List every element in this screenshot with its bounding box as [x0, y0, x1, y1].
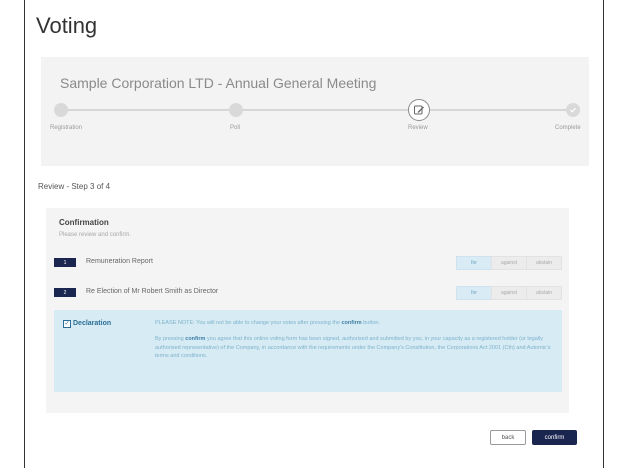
- declaration-text-suffix: you agree that this online voting form h…: [155, 336, 551, 359]
- step-connector: [68, 109, 229, 111]
- vote-options: for against abstain: [456, 286, 562, 300]
- step-3-indicator: [408, 99, 430, 121]
- step-2-label: Poll: [230, 125, 241, 131]
- back-button[interactable]: back: [490, 430, 526, 445]
- resolution-number-badge: 2: [54, 288, 76, 297]
- declaration-text: By pressing confirm you agree that this …: [155, 335, 555, 361]
- step-3-label: Review: [408, 125, 428, 131]
- step-2-indicator: [229, 103, 243, 117]
- step-4-indicator: [566, 103, 580, 117]
- vote-against-button[interactable]: against: [491, 286, 527, 300]
- vote-abstain-button[interactable]: abstain: [526, 286, 562, 300]
- step-connector: [430, 109, 566, 111]
- confirmation-title: Confirmation: [59, 218, 109, 227]
- step-connector: [243, 109, 408, 111]
- step-4-label: Complete: [555, 125, 581, 131]
- meeting-header-panel: Sample Corporation LTD - Annual General …: [41, 57, 589, 166]
- review-step-title: Review - Step 3 of 4: [38, 182, 111, 191]
- vote-for-button[interactable]: for: [456, 256, 492, 270]
- meeting-title: Sample Corporation LTD - Annual General …: [60, 75, 377, 91]
- resolution-label: Remuneration Report: [86, 258, 153, 265]
- declaration-text-bold: confirm: [185, 336, 206, 342]
- declaration-note-prefix: PLEASE NOTE: You will not be able to cha…: [155, 320, 342, 326]
- declaration-note: PLEASE NOTE: You will not be able to cha…: [155, 320, 550, 326]
- resolution-number-badge: 1: [54, 258, 76, 267]
- resolution-label: Re Election of Mr Robert Smith as Direct…: [86, 288, 219, 295]
- vote-options: for against abstain: [456, 256, 562, 270]
- vote-against-button[interactable]: against: [491, 256, 527, 270]
- vote-abstain-button[interactable]: abstain: [526, 256, 562, 270]
- declaration-note-suffix: button.: [361, 320, 381, 326]
- declaration-title: Declaration: [73, 320, 112, 327]
- vote-for-button[interactable]: for: [456, 286, 492, 300]
- step-1-label: Registration: [50, 125, 83, 131]
- declaration-checkbox[interactable]: ✓: [63, 320, 71, 328]
- resolution-row: 1 Remuneration Report for against abstai…: [54, 256, 562, 270]
- declaration-panel: ✓ Declaration PLEASE NOTE: You will not …: [54, 310, 562, 392]
- confirm-button[interactable]: confirm: [532, 430, 577, 445]
- edit-icon: [414, 105, 424, 115]
- step-1-indicator: [54, 103, 68, 117]
- page-title: Voting: [36, 13, 98, 38]
- declaration-text-prefix: By pressing: [155, 336, 186, 342]
- confirmation-card: Confirmation Please review and confirm. …: [46, 208, 569, 413]
- progress-stepper: Registration Poll Review Complete: [41, 92, 589, 152]
- check-icon: [570, 107, 576, 113]
- confirmation-subtitle: Please review and confirm.: [59, 232, 132, 238]
- resolution-row: 2 Re Election of Mr Robert Smith as Dire…: [54, 286, 562, 300]
- declaration-note-bold: confirm: [341, 320, 362, 326]
